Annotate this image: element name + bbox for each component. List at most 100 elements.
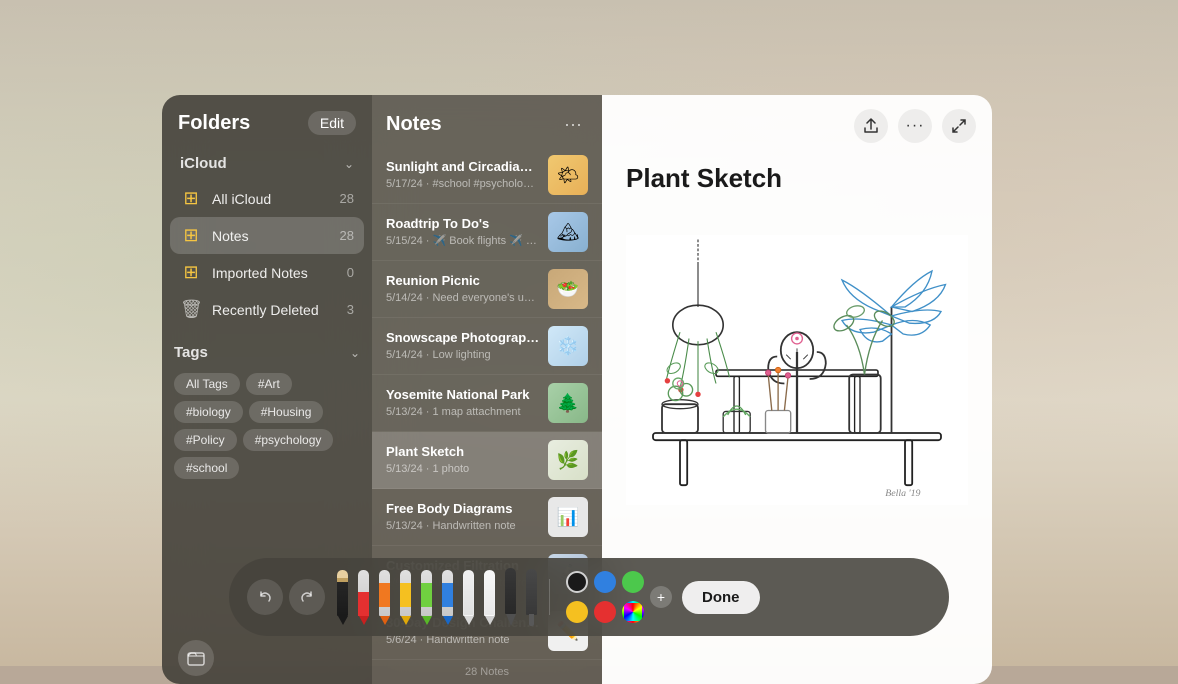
color-black[interactable]: [566, 571, 588, 593]
expand-icon: [951, 118, 967, 134]
folder-count: 28: [340, 191, 354, 206]
pencil-tool[interactable]: [337, 570, 348, 625]
folders-header: Folders Edit: [162, 111, 372, 147]
note-meta: 5/15/24 · ✈️ Book flights ✈️ check...: [386, 234, 540, 248]
add-color-button[interactable]: +: [650, 586, 672, 608]
new-folder-icon: [187, 649, 205, 667]
folder-item-notes[interactable]: ⊞ Notes 28: [170, 217, 364, 254]
note-thumbnail: 🏔: [548, 212, 588, 252]
tag-biology[interactable]: #biology: [174, 401, 243, 423]
done-button[interactable]: Done: [682, 581, 760, 614]
note-meta: 5/13/24 · Handwritten note: [386, 519, 540, 533]
folders-title: Folders: [178, 112, 250, 135]
list-item[interactable]: Sunlight and Circadian Rhyt... 5/17/24 ·…: [372, 147, 602, 204]
note-thumbnail: ❄️: [548, 326, 588, 366]
tag-art[interactable]: #Art: [246, 373, 292, 395]
color-row-bottom: [566, 601, 644, 623]
color-yellow[interactable]: [566, 601, 588, 623]
share-icon: [863, 118, 879, 134]
note-title: Sunlight and Circadian Rhyt...: [386, 159, 540, 176]
expand-button[interactable]: [942, 109, 976, 143]
tag-policy[interactable]: #Policy: [174, 429, 237, 451]
list-item[interactable]: Plant Sketch 5/13/24 · 1 photo 🌿: [372, 432, 602, 489]
toolbar-divider: [549, 579, 550, 615]
tags-section: Tags ⌄ All Tags #Art #biology #Housing #…: [162, 328, 372, 483]
share-button[interactable]: [854, 109, 888, 143]
notes-count: 28 Notes: [372, 660, 602, 684]
undo-redo-group: [247, 579, 325, 615]
color-row-top: [566, 571, 644, 593]
color-red[interactable]: [594, 601, 616, 623]
note-title: Reunion Picnic: [386, 273, 540, 290]
pen-tool-yellow[interactable]: [400, 570, 411, 625]
folder-icon: ⊞: [180, 188, 202, 209]
color-rainbow[interactable]: [622, 601, 644, 623]
note-text: Roadtrip To Do's 5/15/24 · ✈️ Book fligh…: [386, 216, 540, 248]
note-text: Yosemite National Park 5/13/24 · 1 map a…: [386, 387, 540, 419]
notes-list-title: Notes: [386, 113, 442, 136]
note-title: Plant Sketch: [386, 444, 540, 461]
drawing-toolbar: + Done: [229, 558, 949, 636]
undo-button[interactable]: [247, 579, 283, 615]
brush-tool[interactable]: [526, 569, 537, 626]
tags-grid: All Tags #Art #biology #Housing #Policy …: [172, 369, 362, 483]
tags-label: Tags: [174, 344, 208, 361]
icloud-section: iCloud ⌄ ⊞ All iCloud 28 ⊞ Notes 28 ⊞ Im…: [162, 147, 372, 328]
folder-name: Imported Notes: [212, 265, 337, 281]
pen-tool-white2[interactable]: [484, 570, 495, 625]
pen-tool-blue[interactable]: [442, 570, 453, 625]
color-green[interactable]: [622, 571, 644, 593]
edit-button[interactable]: Edit: [308, 111, 356, 135]
notes-more-button[interactable]: ···: [558, 109, 588, 139]
tag-housing[interactable]: #Housing: [249, 401, 324, 423]
list-item[interactable]: Snowscape Photography 5/14/24 · Low ligh…: [372, 318, 602, 375]
icloud-header[interactable]: iCloud ⌄: [170, 147, 364, 180]
tag-psychology[interactable]: #psychology: [243, 429, 334, 451]
folder-count: 28: [340, 228, 354, 243]
redo-button[interactable]: [289, 579, 325, 615]
note-thumbnail: 🌲: [548, 383, 588, 423]
note-title: Roadtrip To Do's: [386, 216, 540, 233]
note-meta: 5/14/24 · Need everyone's update...: [386, 291, 540, 305]
note-meta: 5/17/24 · #school #psychology #bi...: [386, 177, 540, 191]
note-title: Snowscape Photography: [386, 330, 540, 347]
tags-header[interactable]: Tags ⌄: [172, 340, 362, 369]
tag-school[interactable]: #school: [174, 457, 239, 479]
note-thumbnail: 🥗: [548, 269, 588, 309]
pen-tool-white1[interactable]: [463, 570, 474, 625]
undo-icon: [258, 590, 272, 604]
note-meta: 5/14/24 · Low lighting: [386, 348, 540, 362]
note-thumbnail: 🌤: [548, 155, 588, 195]
bottom-toolbar: [162, 624, 230, 684]
folder-item-all-icloud[interactable]: ⊞ All iCloud 28: [170, 180, 364, 217]
pen-tool-orange[interactable]: [379, 570, 390, 625]
note-meta: 5/13/24 · 1 photo: [386, 462, 540, 476]
folder-item-recently-deleted[interactable]: 🗑 Recently Deleted 3: [170, 291, 364, 328]
list-item[interactable]: Yosemite National Park 5/13/24 · 1 map a…: [372, 375, 602, 432]
color-blue[interactable]: [594, 571, 616, 593]
more-options-button[interactable]: ···: [898, 109, 932, 143]
folder-name: All iCloud: [212, 191, 330, 207]
note-text: Plant Sketch 5/13/24 · 1 photo: [386, 444, 540, 476]
plant-sketch-illustration: Bella '19: [626, 210, 968, 530]
pen-tool-red[interactable]: [358, 570, 369, 625]
trash-icon: 🗑: [180, 299, 202, 320]
tag-all-tags[interactable]: All Tags: [174, 373, 240, 395]
list-item[interactable]: Roadtrip To Do's 5/15/24 · ✈️ Book fligh…: [372, 204, 602, 261]
folder-name: Recently Deleted: [212, 302, 337, 318]
note-text: Sunlight and Circadian Rhyt... 5/17/24 ·…: [386, 159, 540, 191]
fountain-pen-tool[interactable]: [505, 568, 516, 626]
new-folder-button[interactable]: [178, 640, 214, 676]
chevron-down-icon: ⌄: [350, 346, 360, 360]
list-item[interactable]: Reunion Picnic 5/14/24 · Need everyone's…: [372, 261, 602, 318]
folder-count: 3: [347, 302, 354, 317]
note-text: Reunion Picnic 5/14/24 · Need everyone's…: [386, 273, 540, 305]
color-section: [566, 571, 644, 623]
detail-note-title: Plant Sketch: [626, 163, 968, 194]
list-item[interactable]: Free Body Diagrams 5/13/24 · Handwritten…: [372, 489, 602, 546]
folder-icon: ⊞: [180, 262, 202, 283]
pen-tool-lime[interactable]: [421, 570, 432, 625]
detail-header: ···: [602, 95, 992, 151]
note-thumbnail: 🌿: [548, 440, 588, 480]
folder-item-imported[interactable]: ⊞ Imported Notes 0: [170, 254, 364, 291]
